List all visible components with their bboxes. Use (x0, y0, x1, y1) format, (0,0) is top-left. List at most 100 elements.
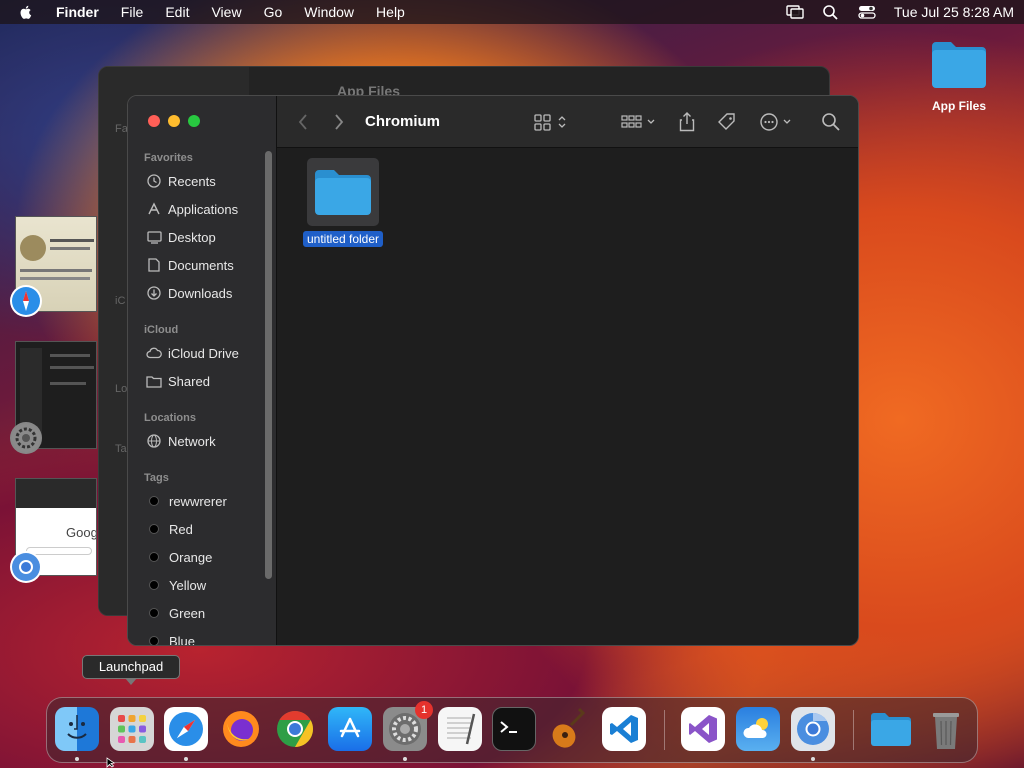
thumbnail-image (20, 235, 46, 261)
sidebar-scrollbar[interactable] (265, 151, 272, 579)
group-by-button[interactable] (621, 110, 657, 134)
dock-finder[interactable] (55, 707, 99, 751)
thumbnail-line (50, 382, 86, 385)
search-button[interactable] (821, 110, 841, 134)
chrome-icon (277, 711, 314, 747)
sidebar-item-documents[interactable]: Documents (146, 254, 234, 276)
settings-app-icon[interactable] (10, 422, 42, 454)
launchpad-grid-icon (118, 715, 146, 743)
dock-downloads-folder[interactable] (869, 707, 913, 751)
screen-mirroring-icon[interactable] (786, 4, 804, 20)
chromium-app-icon[interactable] (10, 551, 42, 583)
sidebar-item-network[interactable]: Network (146, 430, 216, 452)
apple-logo-icon[interactable] (18, 4, 34, 20)
menubar-clock[interactable]: Tue Jul 25 8:28 AM (894, 4, 1014, 20)
dock-running-indicator (75, 757, 79, 761)
safari-app-icon[interactable] (10, 285, 42, 317)
back-button[interactable] (297, 110, 309, 134)
control-center-icon[interactable] (858, 4, 876, 20)
dock-chrome[interactable] (273, 707, 317, 751)
sidebar-item-icloud-drive[interactable]: iCloud Drive (146, 342, 239, 364)
file-item-untitled-folder[interactable]: untitled folder (299, 158, 387, 248)
dock-safari[interactable] (164, 707, 208, 751)
dock-firefox[interactable] (219, 707, 263, 751)
menu-edit[interactable]: Edit (165, 4, 189, 20)
sidebar-item-label: Desktop (168, 229, 216, 245)
dock-running-indicator (811, 757, 815, 761)
dock-app-store[interactable] (328, 707, 372, 751)
tag-dot-icon (149, 496, 159, 506)
menu-go[interactable]: Go (264, 4, 283, 20)
globe-icon (146, 433, 162, 449)
dock-visual-studio-code[interactable] (602, 707, 646, 751)
thumbnail-line (50, 247, 90, 250)
sidebar-tag-yellow[interactable]: Yellow (146, 574, 206, 596)
sidebar-section-favorites: Favorites (144, 152, 193, 164)
menu-app-name[interactable]: Finder (56, 4, 99, 20)
close-window-button[interactable] (148, 115, 160, 127)
grid-view-icon (534, 114, 566, 131)
view-mode-button[interactable] (534, 110, 568, 134)
finder-window[interactable]: Favorites Recents Applications Desktop D… (127, 95, 859, 646)
dock-running-indicator (184, 757, 188, 761)
desktop-folder-app-files[interactable]: App Files (920, 38, 998, 113)
dock-system-settings[interactable]: 1 (383, 701, 433, 751)
dock-chromium[interactable] (791, 707, 835, 751)
sidebar-item-label: Network (168, 433, 216, 449)
thumbnail-line (20, 269, 92, 272)
dock: 1 (46, 697, 978, 763)
sidebar-item-downloads[interactable]: Downloads (146, 282, 232, 304)
back-window-label: Ta (115, 443, 127, 455)
menu-window[interactable]: Window (304, 4, 354, 20)
sidebar-item-label: Yellow (169, 577, 207, 593)
tag-button[interactable] (717, 110, 737, 134)
tag-dot-icon (149, 552, 159, 562)
dock-textedit[interactable] (438, 707, 482, 751)
thumbnail-line (20, 277, 90, 280)
sidebar-item-label: Orange (169, 549, 213, 565)
menu-help[interactable]: Help (376, 4, 405, 20)
sidebar-item-shared[interactable]: Shared (146, 370, 210, 392)
trash-icon (933, 713, 959, 749)
thumbnail-line (50, 354, 90, 357)
share-button[interactable] (679, 110, 695, 134)
sidebar-tag-orange[interactable]: Orange (146, 546, 212, 568)
clock-icon (146, 173, 162, 189)
tag-dot-icon (149, 524, 159, 534)
ellipsis-circle-icon (760, 113, 791, 131)
menu-file[interactable]: File (121, 4, 144, 20)
back-window-label: iC (115, 295, 126, 307)
sidebar-item-label: Red (169, 521, 193, 537)
minimize-window-button[interactable] (168, 115, 180, 127)
window-title: Chromium (365, 113, 440, 130)
sidebar-section-icloud: iCloud (144, 324, 179, 336)
sidebar-tag-green[interactable]: Green (146, 602, 205, 624)
tag-icon (718, 113, 735, 130)
dock-launchpad[interactable] (110, 707, 154, 751)
sidebar-tag-rewwrerer[interactable]: rewwrerer (146, 490, 227, 512)
finder-content-area[interactable]: untitled folder (277, 148, 858, 645)
sidebar-item-label: Green (169, 605, 206, 621)
dock-trash[interactable] (924, 707, 968, 751)
search-icon[interactable] (822, 4, 840, 20)
dock-garageband[interactable] (547, 707, 591, 751)
sidebar-tag-red[interactable]: Red (146, 518, 193, 540)
chevron-right-icon (335, 114, 344, 130)
sidebar-item-applications[interactable]: Applications (146, 198, 238, 220)
gear-icon (12, 424, 40, 452)
sidebar-item-label: Downloads (168, 285, 233, 301)
forward-button[interactable] (333, 110, 345, 134)
menu-view[interactable]: View (211, 4, 241, 20)
sidebar-item-recents[interactable]: Recents (146, 170, 216, 192)
sidebar-tag-blue[interactable]: Blue (146, 630, 195, 645)
more-actions-button[interactable] (759, 110, 795, 134)
dock-terminal[interactable] (492, 707, 536, 751)
sidebar-item-desktop[interactable]: Desktop (146, 226, 216, 248)
dock-visual-studio[interactable] (681, 707, 725, 751)
compass-icon (12, 287, 40, 315)
zoom-window-button[interactable] (188, 115, 200, 127)
file-item-label: untitled folder (302, 231, 384, 247)
folder-icon (871, 713, 911, 746)
sidebar-item-label: iCloud Drive (168, 345, 239, 361)
dock-weather[interactable] (736, 707, 780, 751)
